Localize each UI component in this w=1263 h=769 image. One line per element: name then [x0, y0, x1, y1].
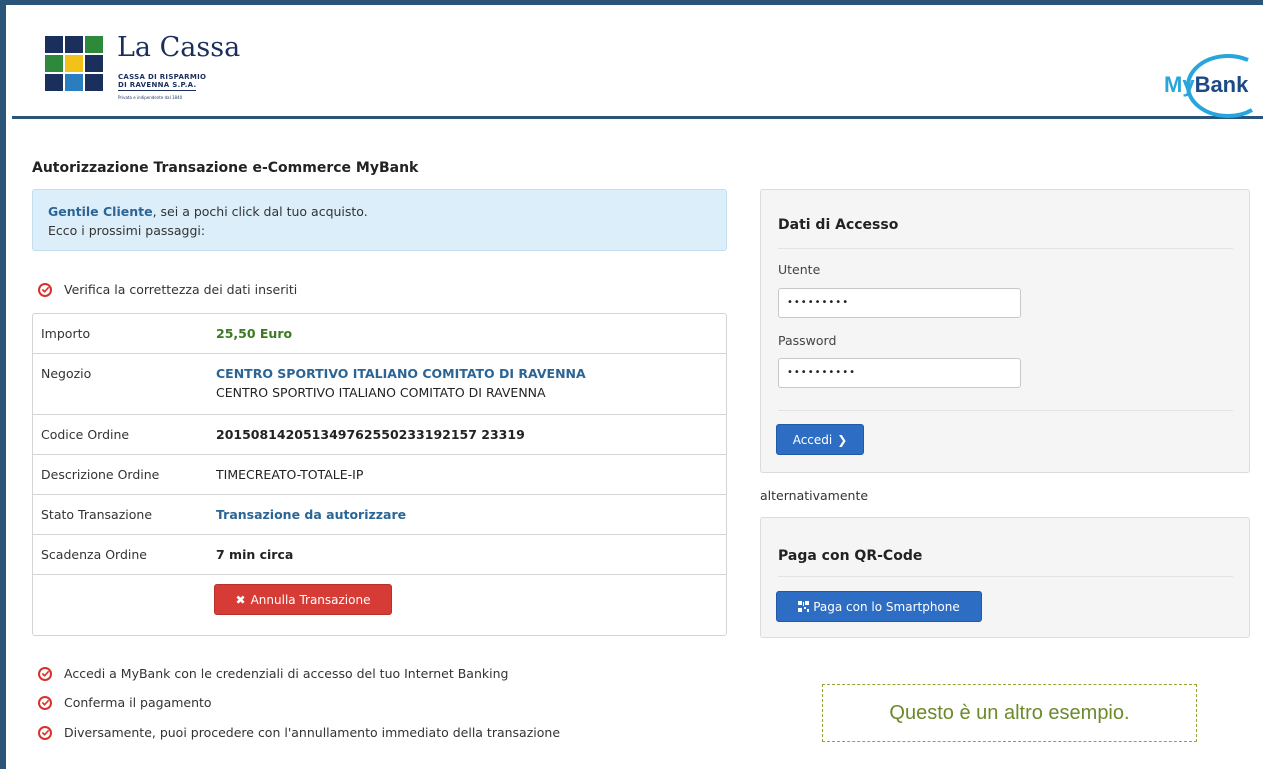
info-alert: Gentile Cliente, sei a pochi click dal t…	[32, 189, 727, 251]
codice-ordine-label: Codice Ordine	[41, 427, 130, 442]
pay-smartphone-button[interactable]: Paga con lo Smartphone	[776, 591, 982, 622]
table-row: Codice Ordine 20150814205134976255023319…	[33, 415, 726, 455]
frame-left-border	[0, 0, 6, 769]
username-input[interactable]: •••••••••	[778, 288, 1021, 318]
importo-label: Importo	[41, 326, 91, 341]
step-item-text: Accedi a MyBank con le credenziali di ac…	[64, 666, 509, 681]
login-panel: Dati di Accesso Utente ••••••••• Passwor…	[760, 189, 1250, 473]
info-greeting: Gentile Cliente	[48, 204, 153, 219]
stato-transazione-value: Transazione da autorizzare	[216, 507, 407, 522]
password-input[interactable]: ••••••••••	[778, 358, 1021, 388]
qr-title: Paga con QR-Code	[778, 548, 923, 564]
chevron-right-icon: ❯	[837, 432, 848, 447]
check-circle-icon	[38, 666, 52, 681]
negozio-value-secondary: CENTRO SPORTIVO ITALIANO COMITATO DI RAV…	[216, 385, 546, 400]
negozio-value: CENTRO SPORTIVO ITALIANO COMITATO DI RAV…	[216, 366, 586, 381]
cancel-transaction-label: Annulla Transazione	[250, 592, 371, 607]
frame-top-border	[0, 0, 1263, 5]
annotation-note: Questo è un altro esempio.	[822, 684, 1197, 742]
info-line-1: Gentile Cliente, sei a pochi click dal t…	[48, 202, 711, 221]
login-title: Dati di Accesso	[778, 217, 899, 233]
mybank-logo: MyBank	[1164, 53, 1253, 118]
divider	[778, 248, 1233, 249]
close-icon: ✖	[235, 592, 246, 607]
step-item: Accedi a MyBank con le credenziali di ac…	[38, 666, 508, 681]
info-line-2: Ecco i prossimi passaggi:	[48, 223, 206, 238]
step-item-text: Diversamente, puoi procedere con l'annul…	[64, 725, 561, 740]
info-line-1-text: , sei a pochi click dal tuo acquisto.	[152, 204, 368, 219]
login-submit-button[interactable]: Accedi ❯	[776, 424, 864, 455]
qr-panel: Paga con QR-Code Paga con lo Smartphone	[760, 517, 1250, 638]
stato-transazione-label: Stato Transazione	[41, 507, 153, 522]
check-circle-icon	[38, 695, 52, 710]
descrizione-ordine-label: Descrizione Ordine	[41, 467, 160, 482]
table-row: Stato Transazione Transazione da autoriz…	[33, 495, 726, 535]
divider	[778, 410, 1233, 411]
table-row: Negozio CENTRO SPORTIVO ITALIANO COMITAT…	[33, 354, 726, 415]
alternative-text: alternativamente	[760, 488, 869, 503]
importo-value: 25,50 Euro	[216, 326, 293, 341]
step-verify-text: Verifica la correttezza dei dati inserit…	[64, 282, 298, 297]
descrizione-ordine-value: TIMECREATO-TOTALE-IP	[216, 467, 364, 482]
step-item: Diversamente, puoi procedere con l'annul…	[38, 725, 560, 740]
codice-ordine-value: 201508142051349762550233192157 23319	[216, 427, 525, 442]
login-submit-label: Accedi	[792, 432, 833, 447]
check-circle-icon	[38, 725, 52, 740]
bank-name: La Cassa	[117, 32, 241, 63]
bank-name-line1: CASSA DI RISPARMIO	[118, 73, 207, 81]
page-title: Autorizzazione Transazione e-Commerce My…	[32, 160, 419, 176]
check-circle-icon	[38, 282, 52, 297]
step-verify: Verifica la correttezza dei dati inserit…	[38, 282, 297, 297]
username-label: Utente	[778, 262, 821, 277]
bank-logo-mark	[45, 36, 103, 91]
mybank-logo-text: MyBank	[1164, 72, 1249, 97]
step-item-text: Conferma il pagamento	[64, 695, 212, 710]
bank-logo: La Cassa CASSA DI RISPARMIO DI RAVENNA S…	[45, 32, 240, 104]
pay-smartphone-label: Paga con lo Smartphone	[813, 599, 960, 614]
qr-code-icon	[798, 601, 810, 612]
negozio-label: Negozio	[41, 366, 92, 381]
table-row: Scadenza Ordine 7 min circa	[33, 535, 726, 575]
cancel-transaction-button[interactable]: ✖ Annulla Transazione	[214, 584, 392, 615]
password-label: Password	[778, 333, 837, 348]
page-header: La Cassa CASSA DI RISPARMIO DI RAVENNA S…	[12, 10, 1263, 119]
table-row: Descrizione Ordine TIMECREATO-TOTALE-IP	[33, 455, 726, 495]
scadenza-ordine-label: Scadenza Ordine	[41, 547, 147, 562]
bank-name-line2: DI RAVENNA S.P.A.	[118, 81, 197, 91]
step-item: Conferma il pagamento	[38, 695, 212, 710]
table-row: Importo 25,50 Euro	[33, 314, 726, 354]
bank-tagline: Privata e indipendente dal 1840	[118, 95, 183, 100]
scadenza-ordine-value: 7 min circa	[216, 547, 294, 562]
divider	[778, 576, 1233, 577]
